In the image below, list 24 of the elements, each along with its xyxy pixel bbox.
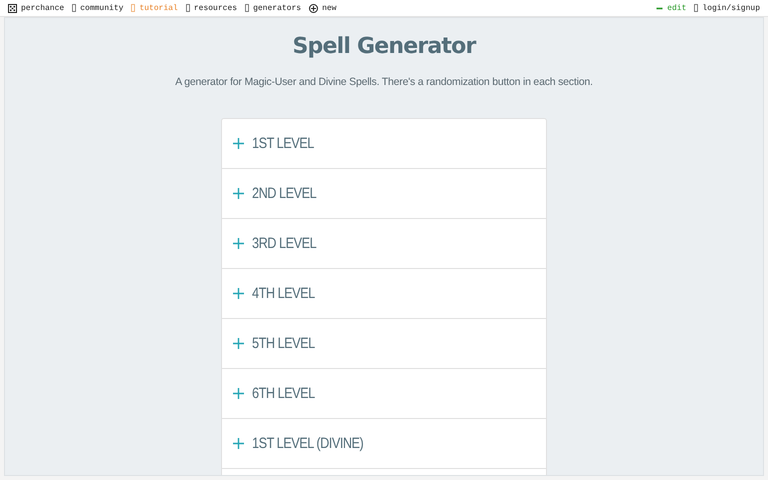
accordion-header[interactable]: 4TH LEVEL (222, 269, 546, 319)
square-icon (694, 4, 698, 12)
nav-link[interactable]: login/signup (694, 4, 760, 12)
nav-link[interactable]: edit (656, 4, 686, 12)
square-icon (72, 4, 76, 12)
nav-link[interactable]: community (72, 4, 124, 12)
page-description: A generator for Magic-User and Divine Spells. There's a randomization button in each section. (174, 76, 594, 88)
accordion-header[interactable]: 6TH LEVEL (222, 369, 546, 419)
square-icon (186, 4, 190, 12)
nav-link[interactable]: new (309, 4, 336, 12)
accordion-header[interactable]: 1ST LEVEL (222, 119, 546, 169)
nav-link[interactable]: tutorial (131, 4, 178, 12)
accordion-header[interactable]: 5TH LEVEL (222, 319, 546, 369)
square-icon (131, 4, 136, 12)
nav-link[interactable]: generators (245, 4, 302, 12)
square-icon (245, 4, 250, 12)
accordion-header[interactable]: 2ND LEVEL (222, 169, 546, 219)
dice-icon (8, 4, 17, 12)
nav-link[interactable]: resources (186, 4, 238, 12)
accordion-header[interactable]: 1ST LEVEL (DIVINE) (222, 419, 546, 469)
plus-circle-icon (309, 4, 318, 12)
page-title: Spell Generator (292, 34, 478, 59)
accordion-header[interactable]: 3RD LEVEL (222, 219, 546, 269)
nav-link[interactable]: perchance (8, 4, 64, 12)
